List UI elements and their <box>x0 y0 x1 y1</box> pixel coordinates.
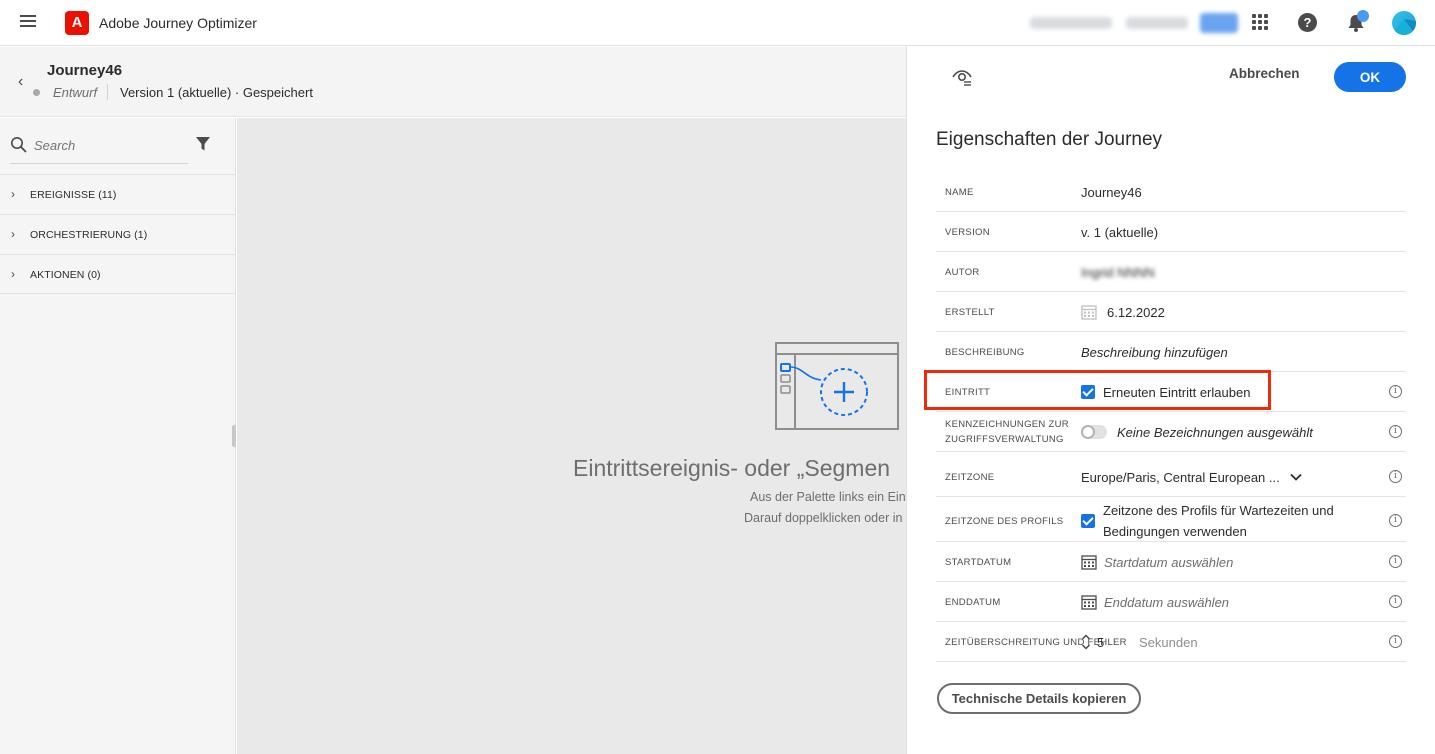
property-row-name: NAME Journey46 <box>936 172 1406 212</box>
panel-title: Eigenschaften der Journey <box>936 129 1163 150</box>
palette-section-orchestration[interactable]: › ORCHESTRIERUNG (1) <box>0 214 236 254</box>
chevron-right-icon: › <box>11 267 15 281</box>
timezone-dropdown[interactable]: Europe/Paris, Central European ... <box>1081 457 1302 497</box>
palette-resize-handle[interactable] <box>232 425 236 447</box>
canvas-empty-hint: Aus der Palette links ein Eintr <box>750 490 906 504</box>
chevron-down-icon <box>1290 473 1302 481</box>
property-value: Journey46 <box>1081 184 1142 200</box>
palette-section-events[interactable]: › EREIGNISSE (11) <box>0 174 236 214</box>
palette-section-actions[interactable]: › AKTIONEN (0) <box>0 254 236 294</box>
palette: › EREIGNISSE (11) › ORCHESTRIERUNG (1) ›… <box>0 118 236 754</box>
property-row-end-date: ENDDATUM Enddatum auswählen i <box>936 582 1406 622</box>
info-icon[interactable]: i <box>1389 595 1402 608</box>
property-row-timeout: ZEITÜBERSCHREITUNG UND FEHLER 5 Sekunden… <box>936 622 1406 662</box>
chevron-right-icon: › <box>11 187 15 201</box>
property-label: KENNZEICHNUNGEN ZUR ZUGRIFFSVERWALTUNG <box>945 419 1069 445</box>
calendar-icon <box>1081 305 1097 320</box>
chevron-right-icon: › <box>11 227 15 241</box>
app-title: Adobe Journey Optimizer <box>99 15 257 31</box>
info-icon[interactable]: i <box>1389 555 1402 568</box>
journey-version: Version 1 (aktuelle) · Gespeichert <box>120 85 313 100</box>
menu-icon[interactable] <box>20 15 36 29</box>
status-dot <box>33 89 40 96</box>
palette-section-label: EREIGNISSE (11) <box>30 189 117 201</box>
property-label: AUTOR <box>945 266 980 278</box>
journey-name: Journey46 <box>47 62 123 79</box>
property-row-timezone: ZEITZONE Europe/Paris, Central European … <box>936 457 1406 497</box>
help-icon[interactable]: ? <box>1298 13 1317 32</box>
back-chevron-icon[interactable]: ‹ <box>18 73 23 91</box>
adobe-logo: A <box>65 11 89 35</box>
cancel-button[interactable]: Abbrechen <box>1229 66 1300 81</box>
property-label: ZEITZONE <box>945 471 995 483</box>
journey-name-field[interactable]: Journey46 <box>1081 172 1142 212</box>
palette-section-label: ORCHESTRIERUNG (1) <box>30 229 148 241</box>
blurred-sandbox-name[interactable] <box>1126 17 1188 29</box>
property-row-description: BESCHREIBUNG Beschreibung hinzufügen <box>936 332 1406 372</box>
property-label: ENDDATUM <box>945 596 1001 608</box>
info-icon[interactable]: i <box>1389 635 1402 648</box>
timeout-unit: Sekunden <box>1139 634 1198 650</box>
blurred-org-name[interactable] <box>1030 17 1112 29</box>
checkbox-label: Zeitzone des Profils für Wartezeiten und… <box>1103 503 1334 539</box>
property-value: Keine Bezeichnungen ausgewählt <box>1117 424 1313 440</box>
created-value: 6.12.2022 <box>1081 292 1165 332</box>
copy-technical-details-button[interactable]: Technische Details kopieren <box>937 683 1141 714</box>
timeout-value: 5 <box>1097 634 1105 650</box>
property-label: NAME <box>945 186 974 198</box>
end-date-picker[interactable]: Enddatum auswählen <box>1081 582 1229 622</box>
property-row-access-labels: KENNZEICHNUNGEN ZUR ZUGRIFFSVERWALTUNG K… <box>936 412 1406 452</box>
author-value-blurred: Ingrid NNNN <box>1081 264 1155 280</box>
palette-section-label: AKTIONEN (0) <box>30 269 101 281</box>
info-icon[interactable]: i <box>1389 470 1402 483</box>
search-box <box>10 134 188 164</box>
stepper-icon[interactable] <box>1081 633 1091 651</box>
timeout-stepper[interactable]: 5 Sekunden <box>1081 622 1198 662</box>
preview-eye-icon[interactable] <box>951 68 973 88</box>
filter-icon[interactable] <box>195 136 211 152</box>
property-row-start-date: STARTDATUM Startdatum auswählen i <box>936 542 1406 582</box>
description-field[interactable]: Beschreibung hinzufügen <box>1081 332 1228 372</box>
timezone-selected-value: Europe/Paris, Central European ... <box>1081 469 1280 485</box>
date-placeholder: Enddatum auswählen <box>1104 594 1230 610</box>
ok-button[interactable]: OK <box>1334 62 1406 92</box>
profile-timezone-checkbox-field[interactable]: Zeitzone des Profils für Wartezeiten und… <box>1081 501 1343 541</box>
property-label: ZEITZONE DES PROFILS <box>945 515 1064 527</box>
access-labels-toggle[interactable] <box>1081 425 1107 439</box>
canvas-empty-title: Eintrittsereignis- oder „Segmen <box>573 455 891 481</box>
notification-dot <box>1357 10 1369 22</box>
access-labels-field[interactable]: Keine Bezeichnungen ausgewählt <box>1081 412 1313 452</box>
date-placeholder: Startdatum auswählen <box>1104 554 1234 570</box>
property-label: BESCHREIBUNG <box>945 346 1025 358</box>
property-label: VERSION <box>945 226 990 238</box>
canvas-empty-hint: Darauf doppelklicken oder in <box>744 511 903 525</box>
top-bar: A Adobe Journey Optimizer ? <box>0 0 1435 46</box>
profile-timezone-checkbox[interactable] <box>1081 514 1095 528</box>
search-input[interactable] <box>34 138 184 153</box>
calendar-icon <box>1081 555 1097 570</box>
empty-canvas-illustration <box>775 342 899 430</box>
blurred-env-badge[interactable] <box>1200 13 1238 33</box>
start-date-picker[interactable]: Startdatum auswählen <box>1081 542 1233 582</box>
highlight-box <box>924 370 1271 410</box>
avatar[interactable] <box>1392 11 1416 35</box>
property-row-version: VERSION v. 1 (aktuelle) <box>936 212 1406 252</box>
journey-status: Entwurf <box>53 85 98 100</box>
property-value: v. 1 (aktuelle) <box>1081 224 1159 240</box>
calendar-icon <box>1081 595 1097 610</box>
journey-canvas[interactable]: Eintrittsereignis- oder „Segmen Aus der … <box>237 118 906 754</box>
divider <box>107 84 108 100</box>
info-icon[interactable]: i <box>1389 385 1402 398</box>
property-row-author: AUTOR Ingrid NNNN <box>936 252 1406 292</box>
property-label: ERSTELLT <box>945 306 995 318</box>
property-label: STARTDATUM <box>945 556 1012 568</box>
property-row-profile-timezone: ZEITZONE DES PROFILS Zeitzone des Profil… <box>936 501 1406 542</box>
property-value: 6.12.2022 <box>1107 304 1165 320</box>
search-icon <box>11 137 27 153</box>
info-icon[interactable]: i <box>1389 514 1402 527</box>
info-icon[interactable]: i <box>1389 425 1402 438</box>
apps-grid-icon[interactable] <box>1252 14 1268 30</box>
journey-header: ‹ Journey46 Entwurf Version 1 (aktuelle)… <box>0 47 906 117</box>
property-row-created: ERSTELLT 6.12.2022 <box>936 292 1406 332</box>
